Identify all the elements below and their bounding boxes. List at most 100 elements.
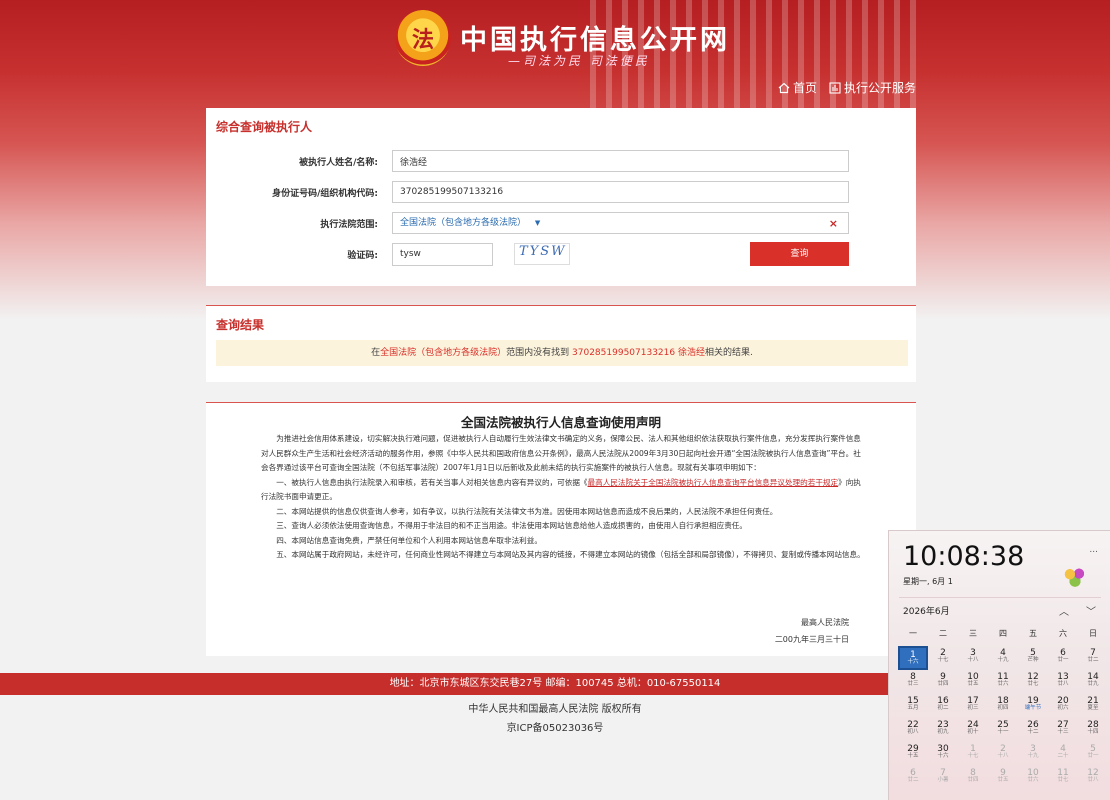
calendar-day[interactable]: 9 廿五: [988, 766, 1018, 790]
lunar-date: 十九: [1027, 753, 1039, 759]
home-icon: [778, 82, 790, 93]
lunar-date: 廿八: [1057, 681, 1069, 687]
calendar-day[interactable]: 8 廿四: [958, 766, 988, 790]
calendar-day[interactable]: 13 廿八: [1048, 670, 1078, 694]
calendar-day[interactable]: 6 廿二: [898, 766, 928, 790]
calendar-day[interactable]: 5 廿一: [1078, 742, 1108, 766]
calendar-day[interactable]: 7 小暑: [928, 766, 958, 790]
calendar-day[interactable]: 10 廿六: [1018, 766, 1048, 790]
weekday-header: 三: [969, 629, 977, 638]
clock-date[interactable]: 星期一, 6月 1: [903, 576, 953, 587]
lunar-date: 芒种: [1027, 657, 1039, 663]
court-scope-label: 执行法院范围:: [320, 220, 378, 230]
calendar-day[interactable]: 6 廿一: [1048, 646, 1078, 670]
chart-icon: [829, 81, 841, 94]
notice-name: 徐浩经: [677, 348, 705, 358]
result-panel: 查询结果 在全国法院（包含地方各级法院）范围内没有找到 370285199507…: [206, 305, 916, 382]
calendar-day[interactable]: 15 五月: [898, 694, 928, 718]
calendar-day[interactable]: 17 初三: [958, 694, 988, 718]
calendar-day[interactable]: 11 廿七: [1048, 766, 1078, 790]
lunar-date: 十六: [907, 659, 919, 665]
calendar-day[interactable]: 19 端午节: [1018, 694, 1048, 718]
para2-text-a: 一、被执行人信息由执行法院录入和审核，若有关当事人对相关信息内容有异议的，可依据…: [276, 477, 588, 487]
more-options-icon[interactable]: ...: [1089, 545, 1098, 555]
calendar-day[interactable]: 5 芒种: [1018, 646, 1048, 670]
lunar-date: 十九: [997, 657, 1009, 663]
weekday-header: 六: [1059, 629, 1067, 638]
top-nav: 首页 执行公开服务: [778, 79, 916, 96]
lunar-date: 十八: [997, 753, 1009, 759]
calendar-day[interactable]: 30 十六: [928, 742, 958, 766]
calendar-month-title[interactable]: 2026年6月: [903, 604, 950, 617]
notice-text-2: 范围内没有找到: [506, 348, 573, 358]
court-scope-select[interactable]: 全国法院（包含地方各级法院） ▼ ×: [392, 212, 849, 234]
lunar-date: 初十: [967, 729, 979, 735]
previous-month-icon[interactable]: ︿: [1059, 603, 1069, 618]
lunar-date: 廿六: [997, 681, 1009, 687]
calendar-day[interactable]: 11 廿六: [988, 670, 1018, 694]
lunar-date: 廿一: [1087, 753, 1099, 759]
calendar-day[interactable]: 23 初九: [928, 718, 958, 742]
lunar-date: 廿九: [1087, 681, 1099, 687]
declaration-para-4: 三、查询人必须依法使用查询信息，不得用于非法目的和不正当用途。非法使用本网站信息…: [276, 521, 747, 530]
calendar-day-today[interactable]: 1 十六: [898, 646, 928, 670]
calendar-day[interactable]: 26 十二: [1018, 718, 1048, 742]
lunar-date: 廿三: [907, 681, 919, 687]
id-row: 身份证号码/组织机构代码:: [206, 181, 916, 205]
query-button[interactable]: 查询: [750, 242, 849, 266]
clock-calendar-flyout: 10:08:38 ... 星期一, 6月 1 2026年6月 ︿ ﹀ 一二三四五…: [888, 530, 1110, 800]
nav-home-link[interactable]: 首页: [778, 79, 817, 96]
calendar-day[interactable]: 20 初六: [1048, 694, 1078, 718]
calendar-day[interactable]: 28 十四: [1078, 718, 1108, 742]
calendar-day[interactable]: 9 廿四: [928, 670, 958, 694]
lunar-date: 十二: [1027, 729, 1039, 735]
lunar-date: 十七: [967, 753, 979, 759]
weekday-header: 日: [1089, 629, 1097, 638]
calendar-day[interactable]: 1 十七: [958, 742, 988, 766]
name-input[interactable]: [392, 150, 849, 172]
declaration-para-6: 五、本网站属于政府网站，未经许可，任何商业性网站不得建立与本网站及其内容的链接，…: [276, 550, 865, 559]
captcha-input[interactable]: tysw: [392, 243, 493, 266]
query-section-title: 综合查询被执行人: [216, 120, 313, 134]
lunar-date: 端午节: [1024, 705, 1042, 711]
calendar-day[interactable]: 10 廿五: [958, 670, 988, 694]
calendar-day[interactable]: 8 廿三: [898, 670, 928, 694]
calendar-day[interactable]: 3 十八: [958, 646, 988, 670]
calendar-day[interactable]: 7 廿二: [1078, 646, 1108, 670]
calendar-day[interactable]: 25 十一: [988, 718, 1018, 742]
calendar-day[interactable]: 22 初八: [898, 718, 928, 742]
lunar-date: 廿五: [967, 681, 979, 687]
notice-scope: 全国法院（包含地方各级法院）: [380, 348, 507, 358]
calendar-day[interactable]: 4 二十: [1048, 742, 1078, 766]
calendar-day[interactable]: 3 十九: [1018, 742, 1048, 766]
nav-execution-service-link[interactable]: 执行公开服务: [829, 79, 916, 96]
calendar-day[interactable]: 27 十三: [1048, 718, 1078, 742]
calendar-day[interactable]: 16 初二: [928, 694, 958, 718]
lunar-date: 廿二: [1087, 657, 1099, 663]
calendar-day[interactable]: 18 初四: [988, 694, 1018, 718]
weekday-header: 四: [999, 629, 1007, 638]
calendar-day[interactable]: 29 十五: [898, 742, 928, 766]
clear-icon[interactable]: ×: [829, 214, 838, 234]
declaration-signature: 最高人民法院: [801, 618, 849, 627]
id-number-input[interactable]: [392, 181, 849, 203]
calendar-day[interactable]: 14 廿九: [1078, 670, 1108, 694]
calendar-day[interactable]: 12 廿七: [1018, 670, 1048, 694]
calendar-day[interactable]: 2 十七: [928, 646, 958, 670]
caret-down-icon: ▼: [534, 219, 541, 227]
lunar-date: 初八: [907, 729, 919, 735]
calendar-day[interactable]: 21 夏至: [1078, 694, 1108, 718]
calendar-day[interactable]: 2 十八: [988, 742, 1018, 766]
lunar-date: 廿二: [907, 777, 919, 783]
dispute-rules-link[interactable]: 最高人民法院关于全国法院被执行人信息查询平台信息异议处理的若干规定: [588, 478, 839, 487]
calendar-day[interactable]: 24 初十: [958, 718, 988, 742]
flyout-divider: [899, 597, 1101, 598]
calendar-day[interactable]: 12 廿八: [1078, 766, 1108, 790]
lunar-date: 二十: [1057, 753, 1069, 759]
captcha-image[interactable]: TYSW: [514, 243, 570, 265]
declaration-title: 全国法院被执行人信息查询使用声明: [460, 415, 661, 430]
lunar-date: 初二: [937, 705, 949, 711]
next-month-icon[interactable]: ﹀: [1086, 603, 1096, 618]
lunar-date: 廿四: [937, 681, 949, 687]
calendar-day[interactable]: 4 十九: [988, 646, 1018, 670]
